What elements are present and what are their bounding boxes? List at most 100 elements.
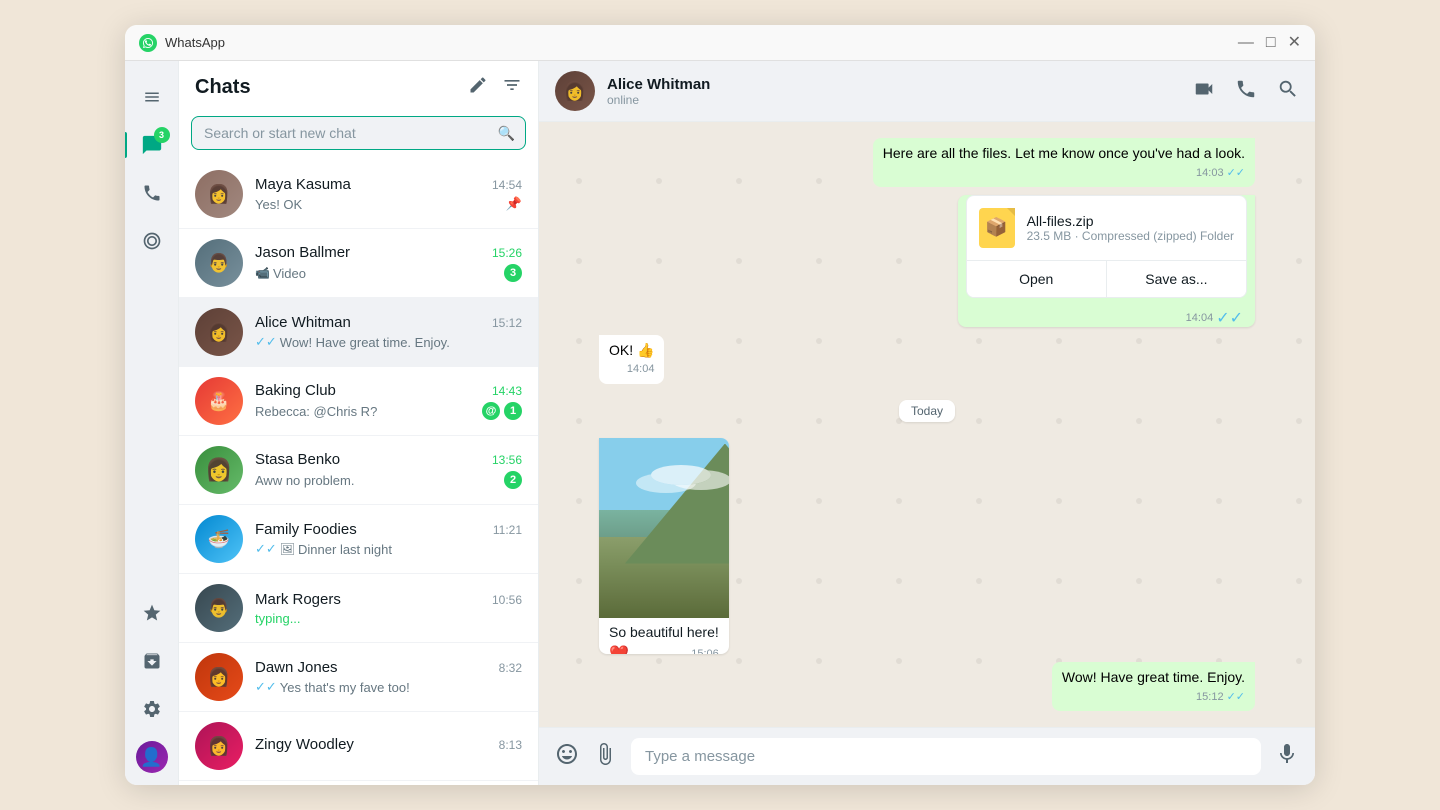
chat-preview-mark: typing...: [255, 611, 301, 626]
message-ticks-m5: ✓✓: [1227, 690, 1245, 705]
nav-settings-icon[interactable]: [132, 689, 172, 729]
message-text-m3: OK! 👍: [609, 342, 654, 358]
app-window: WhatsApp — □ ✕ 3: [125, 25, 1315, 785]
chat-name-zingy: Zingy Woodley: [255, 736, 354, 753]
file-save-button[interactable]: Save as...: [1107, 261, 1246, 297]
message-input[interactable]: [631, 738, 1261, 775]
microphone-icon[interactable]: [1275, 742, 1299, 772]
nav-chats-icon[interactable]: 3: [132, 125, 172, 165]
message-m3: OK! 👍 14:04: [599, 335, 664, 384]
nav-archive-icon[interactable]: [132, 641, 172, 681]
chat-header-info: Alice Whitman online: [607, 76, 1193, 107]
chat-item-baking[interactable]: 🎂 Baking Club 14:43 Rebecca: @Chris R? @…: [179, 367, 538, 436]
avatar-baking: 🎂: [195, 377, 243, 425]
chat-info-family: Family Foodies 11:21 ✓✓ 🖼 Dinner last ni…: [255, 521, 522, 557]
chats-title: Chats: [195, 76, 251, 99]
chat-info-dawn: Dawn Jones 8:32 ✓✓ Yes that's my fave to…: [255, 659, 522, 695]
date-divider-label: Today: [899, 400, 955, 422]
file-open-button[interactable]: Open: [967, 261, 1107, 297]
header-icons: [468, 75, 522, 100]
file-message-time: 14:04: [1186, 312, 1214, 324]
mention-badge-baking: @: [482, 402, 500, 420]
chat-preview-maya: Yes! OK: [255, 197, 302, 212]
user-avatar[interactable]: 👤: [136, 741, 168, 773]
unread-badge-stasa: 2: [504, 471, 522, 489]
filter-icon[interactable]: [502, 75, 522, 100]
chat-header-avatar[interactable]: 👩: [555, 71, 595, 111]
avatar-maya: 👩: [195, 170, 243, 218]
avatar-zingy: 👩: [195, 722, 243, 770]
file-message-ticks: ✓✓: [1216, 308, 1243, 327]
nav-calls-icon[interactable]: [132, 173, 172, 213]
chat-time-family: 11:21: [493, 523, 522, 537]
messages-area: Here are all the files. Let me know once…: [539, 122, 1315, 727]
chat-name-stasa: Stasa Benko: [255, 451, 340, 468]
message-time-m5: 15:12: [1196, 690, 1224, 705]
chat-preview-alice: ✓✓ Wow! Have great time. Enjoy.: [255, 334, 450, 350]
chat-name-family: Family Foodies: [255, 521, 357, 538]
video-call-icon[interactable]: [1193, 78, 1215, 105]
app-logo-icon: [139, 34, 157, 52]
window-controls: — □ ✕: [1238, 35, 1301, 51]
chat-name-dawn: Dawn Jones: [255, 659, 338, 676]
chat-window: 👩 Alice Whitman online: [539, 61, 1315, 785]
file-meta: 23.5 MB · Compressed (zipped) Folder: [1027, 229, 1234, 243]
nav-starred-icon[interactable]: [132, 593, 172, 633]
attachment-icon[interactable]: [593, 742, 617, 772]
chat-time-baking: 14:43: [492, 384, 522, 398]
chat-item-stasa[interactable]: 👩 Stasa Benko 13:56 Aww no problem. 2: [179, 436, 538, 505]
voice-call-icon[interactable]: [1235, 78, 1257, 105]
avatar-mark: 👨: [195, 584, 243, 632]
emoji-icon[interactable]: [555, 742, 579, 772]
chat-item-mark[interactable]: 👨 Mark Rogers 10:56 typing...: [179, 574, 538, 643]
minimize-button[interactable]: —: [1238, 35, 1254, 51]
message-m5: Wow! Have great time. Enjoy. 15:12 ✓✓: [1052, 662, 1255, 711]
chat-preview-baking: Rebecca: @Chris R?: [255, 404, 377, 419]
chat-preview-dawn: ✓✓ Yes that's my fave too!: [255, 679, 410, 695]
app-title: WhatsApp: [165, 35, 1238, 50]
image-reaction-m4[interactable]: ❤️: [609, 644, 629, 654]
chat-list-header: Chats: [179, 61, 538, 110]
chat-time-zingy: 8:13: [499, 738, 522, 752]
message-text-m5: Wow! Have great time. Enjoy.: [1062, 669, 1245, 685]
chat-item-alice[interactable]: 👩 Alice Whitman 15:12 ✓✓ Wow! Have great…: [179, 298, 538, 367]
file-card: 📦 All-files.zip 23.5 MB · Compressed (zi…: [966, 195, 1247, 298]
chat-preview-family: ✓✓ 🖼 Dinner last night: [255, 541, 392, 557]
nav-menu-icon[interactable]: [132, 77, 172, 117]
chat-header: 👩 Alice Whitman online: [539, 61, 1315, 122]
date-divider-today: Today: [599, 402, 1255, 420]
search-input[interactable]: [192, 117, 488, 149]
chat-search-icon[interactable]: [1277, 78, 1299, 105]
file-type-icon: 📦: [979, 208, 1015, 248]
file-name: All-files.zip: [1027, 213, 1234, 229]
message-m1: Here are all the files. Let me know once…: [873, 138, 1255, 187]
message-m4: So beautiful here! ❤️ 15:06: [599, 438, 729, 654]
chat-info-maya: Maya Kasuma 14:54 Yes! OK 📌: [255, 176, 522, 212]
maximize-button[interactable]: □: [1266, 35, 1276, 51]
close-button[interactable]: ✕: [1288, 35, 1301, 51]
chat-item-dawn[interactable]: 👩 Dawn Jones 8:32 ✓✓ Yes that's my fave …: [179, 643, 538, 712]
chat-item-maya[interactable]: 👩 Maya Kasuma 14:54 Yes! OK 📌: [179, 160, 538, 229]
chat-item-family[interactable]: 🍜 Family Foodies 11:21 ✓✓ 🖼 Dinner last …: [179, 505, 538, 574]
chat-header-actions: [1193, 78, 1299, 105]
unread-badge-baking: 1: [504, 402, 522, 420]
chat-list-panel: Chats 🔍: [179, 61, 539, 785]
title-bar: WhatsApp — □ ✕: [125, 25, 1315, 61]
search-icon: 🔍: [488, 125, 525, 142]
chat-info-mark: Mark Rogers 10:56 typing...: [255, 591, 522, 626]
message-text-m1: Here are all the files. Let me know once…: [883, 145, 1245, 161]
message-time-m1: 14:03: [1196, 166, 1224, 181]
message-m2: 📦 All-files.zip 23.5 MB · Compressed (zi…: [958, 195, 1255, 327]
new-chat-icon[interactable]: [468, 75, 488, 100]
chat-preview-jason: 📹 Video: [255, 266, 306, 281]
input-bar: [539, 727, 1315, 785]
chat-item-zingy[interactable]: 👩 Zingy Woodley 8:13: [179, 712, 538, 781]
chat-info-stasa: Stasa Benko 13:56 Aww no problem. 2: [255, 451, 522, 489]
search-input-wrap: 🔍: [191, 116, 526, 150]
chat-time-dawn: 8:32: [499, 661, 522, 675]
chat-name-jason: Jason Ballmer: [255, 244, 350, 261]
chat-name-mark: Mark Rogers: [255, 591, 341, 608]
nav-status-icon[interactable]: [132, 221, 172, 261]
main-content: 3 👤 Chat: [125, 61, 1315, 785]
chat-item-jason[interactable]: 👨 Jason Ballmer 15:26 📹 Video 3: [179, 229, 538, 298]
